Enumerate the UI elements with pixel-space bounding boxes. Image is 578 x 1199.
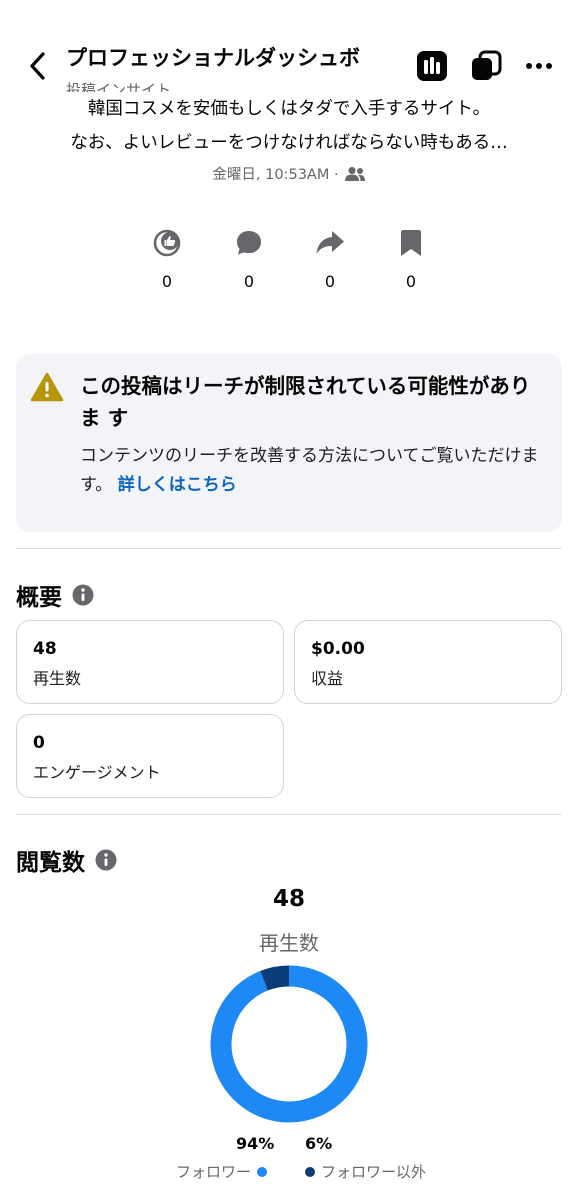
insights-button[interactable] bbox=[416, 50, 448, 82]
reach-warning-card: この投稿はリーチが制限されている可能性がありま す コンテンツのリーチを改善する… bbox=[16, 354, 562, 532]
legend-followers: フォロワー bbox=[176, 1161, 268, 1182]
reactions-count: 0 bbox=[161, 272, 173, 291]
views-metric-card[interactable]: 48 再生数 bbox=[16, 620, 284, 704]
top-bar: プロフェッショナルダッシュボ 投稿インサイト bbox=[0, 0, 578, 100]
engagement-metric-value: 0 bbox=[33, 733, 45, 753]
shares-count: 0 bbox=[324, 272, 336, 291]
earnings-metric-value: $0.00 bbox=[311, 639, 365, 659]
info-icon[interactable] bbox=[95, 849, 117, 871]
overview-section-title: 概要 bbox=[16, 578, 94, 612]
page-subtitle: 投稿インサイト bbox=[66, 81, 172, 92]
comments-count: 0 bbox=[243, 272, 255, 291]
learn-more-link[interactable]: 詳しくはこちら bbox=[118, 475, 237, 495]
comments-stat: 0 bbox=[229, 228, 269, 291]
share-icon bbox=[316, 231, 344, 254]
post-text-line-1: 韓国コスメを安価もしくはタダで入手するサイト。 bbox=[87, 99, 491, 119]
legend-followers-swatch bbox=[257, 1166, 268, 1177]
views-title: 閲覧数 bbox=[16, 850, 85, 876]
views-total-label: 再生数 bbox=[259, 931, 319, 955]
views-metric-value: 48 bbox=[33, 639, 57, 659]
non-follower-percent: 6% bbox=[305, 1134, 333, 1153]
like-reaction-icon bbox=[153, 229, 181, 257]
legend-non-followers: フォロワー以外 bbox=[305, 1161, 426, 1182]
overview-title: 概要 bbox=[16, 585, 62, 611]
divider bbox=[16, 814, 562, 815]
page-title: プロフェッショナルダッシュボ bbox=[66, 46, 360, 70]
comment-icon bbox=[237, 231, 261, 255]
info-icon[interactable] bbox=[72, 584, 94, 606]
friends-audience-icon bbox=[344, 166, 365, 181]
shares-stat: 0 bbox=[310, 228, 350, 291]
bar-chart-icon bbox=[417, 51, 447, 81]
saves-stat: 0 bbox=[391, 228, 431, 291]
donut-slice-followers bbox=[210, 965, 368, 1123]
chevron-left-icon bbox=[30, 52, 45, 80]
views-metric-label: 再生数 bbox=[33, 669, 82, 688]
follower-percent: 94% bbox=[236, 1134, 275, 1153]
engagement-metric-label: エンゲージメント bbox=[33, 763, 161, 782]
warning-triangle-icon bbox=[30, 372, 64, 402]
divider bbox=[16, 548, 562, 549]
switch-view-button[interactable] bbox=[470, 50, 502, 82]
legend-non-followers-swatch bbox=[305, 1166, 315, 1177]
engagement-metric-card[interactable]: 0 エンゲージメント bbox=[16, 714, 284, 798]
more-options-button[interactable] bbox=[523, 50, 555, 82]
warning-body: コンテンツのリーチを改善する方法についてご覧いただけます。 詳しくはこちら bbox=[80, 442, 540, 500]
more-horizontal-icon bbox=[526, 63, 552, 69]
saves-count: 0 bbox=[405, 272, 417, 291]
views-section-title: 閲覧数 bbox=[16, 843, 117, 877]
back-button[interactable] bbox=[22, 48, 52, 84]
copy-icon bbox=[472, 50, 502, 80]
warning-title: この投稿はリーチが制限されている可能性がありま す bbox=[80, 374, 531, 430]
views-total: 48 bbox=[272, 886, 305, 912]
post-meta: 金曜日, 10:53AM · bbox=[0, 163, 578, 184]
post-text-line-2: なお、よいレビューをつけなければならない時もある… bbox=[70, 133, 508, 153]
donut-slice-non-followers bbox=[260, 965, 290, 991]
bookmark-icon bbox=[401, 230, 421, 256]
reactions-stat: 0 bbox=[147, 228, 187, 291]
follower-donut-chart bbox=[210, 965, 368, 1123]
legend-non-followers-label: フォロワー以外 bbox=[321, 1163, 427, 1181]
post-timestamp: 金曜日, 10:53AM · bbox=[212, 167, 339, 183]
earnings-metric-card[interactable]: $0.00 収益 bbox=[294, 620, 562, 704]
earnings-metric-label: 収益 bbox=[311, 669, 344, 688]
legend-followers-label: フォロワー bbox=[176, 1163, 252, 1181]
